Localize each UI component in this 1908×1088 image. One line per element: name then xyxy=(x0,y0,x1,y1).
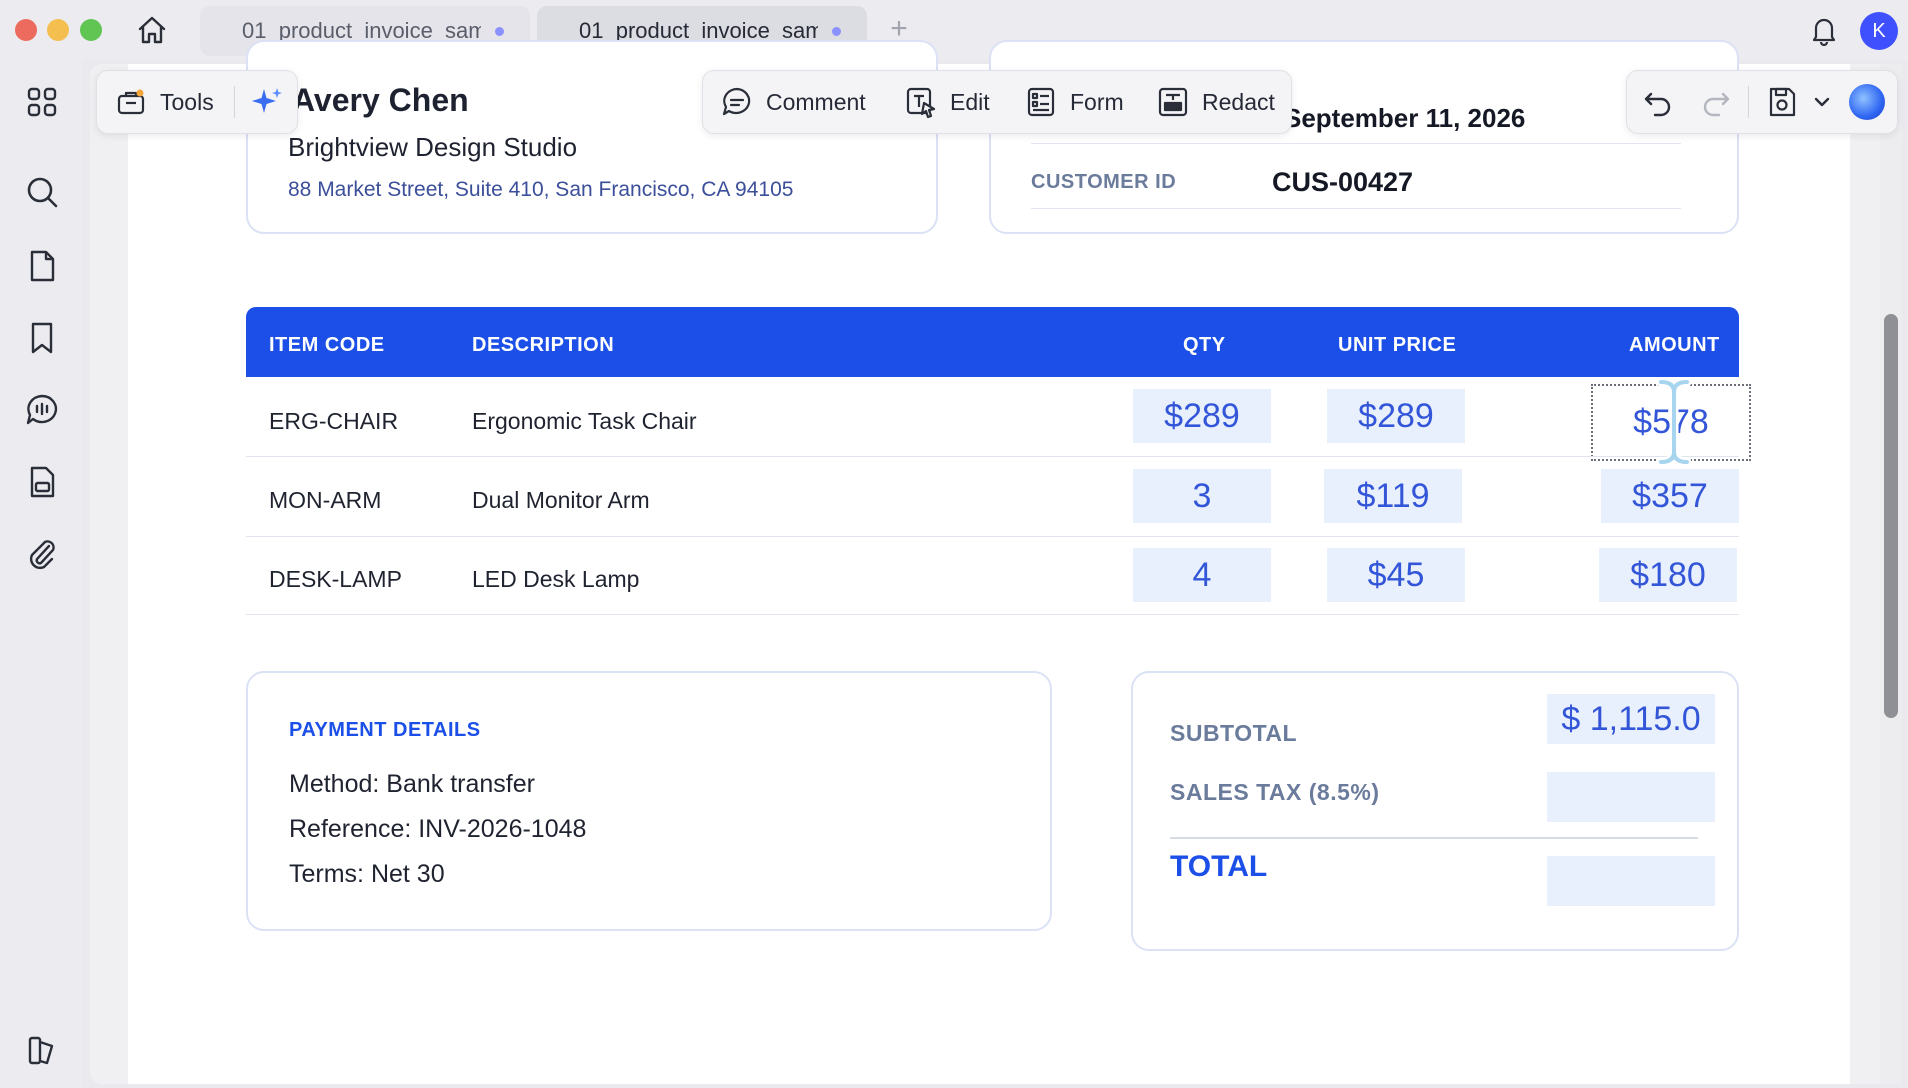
redact-button[interactable]: Redact xyxy=(1156,70,1275,134)
page-icon[interactable] xyxy=(22,246,62,286)
row-2-item-code: MON-ARM xyxy=(269,487,382,513)
payment-reference: Reference: INV-2026-1048 xyxy=(289,815,587,843)
invoice-date-value: September 11, 2026 xyxy=(1284,103,1526,133)
row-divider xyxy=(246,456,1739,457)
divider xyxy=(1031,143,1681,144)
row-2-unit-price-field[interactable]: $119 xyxy=(1324,469,1462,523)
row-2-qty-field[interactable]: 3 xyxy=(1133,469,1271,523)
subtotal-field[interactable]: $ 1,115.0 xyxy=(1547,694,1715,744)
total-label: TOTAL xyxy=(1170,850,1268,883)
total-divider xyxy=(1170,837,1698,839)
toolbar-separator xyxy=(234,86,235,118)
zoom-window-button[interactable] xyxy=(80,19,102,41)
total-field[interactable] xyxy=(1547,856,1715,906)
row-2-description: Dual Monitor Arm xyxy=(472,487,650,513)
edit-text-icon xyxy=(906,87,936,119)
row-1-qty-field[interactable]: $289 xyxy=(1133,389,1271,443)
header-qty: QTY xyxy=(1183,334,1226,356)
row-divider xyxy=(246,536,1739,537)
comment-button[interactable]: Comment xyxy=(720,70,866,134)
form-button[interactable]: Form xyxy=(1024,70,1124,134)
customer-address: 88 Market Street, Suite 410, San Francis… xyxy=(288,178,794,201)
row-3-amount-field[interactable]: $180 xyxy=(1599,548,1737,602)
edit-label: Edit xyxy=(950,88,990,115)
customer-id-value: CUS-00427 xyxy=(1272,167,1414,197)
sidebar-toggle-icon[interactable] xyxy=(22,1030,62,1070)
search-icon[interactable] xyxy=(22,172,62,212)
header-item-code: ITEM CODE xyxy=(269,334,385,356)
customer-name: Avery Chen xyxy=(292,82,469,118)
sales-tax-field[interactable] xyxy=(1547,772,1715,822)
row-3-qty-field[interactable]: 4 xyxy=(1133,548,1271,602)
undo-icon[interactable] xyxy=(1641,85,1675,119)
attachment-paperclip-icon[interactable] xyxy=(22,534,62,574)
form-fields-icon[interactable] xyxy=(22,462,62,502)
toolbar-separator xyxy=(1748,86,1749,118)
customer-company: Brightview Design Studio xyxy=(288,132,578,162)
thumbnails-grid-icon[interactable] xyxy=(22,82,62,122)
comment-label: Comment xyxy=(766,88,866,115)
tools-label: Tools xyxy=(160,88,214,115)
form-label: Form xyxy=(1070,88,1124,115)
row-1-description: Ergonomic Task Chair xyxy=(472,408,697,434)
text-cursor-icon xyxy=(1656,377,1692,467)
minimize-window-button[interactable] xyxy=(47,19,69,41)
scrollbar-thumb[interactable] xyxy=(1884,314,1898,718)
user-avatar[interactable]: K xyxy=(1860,12,1898,50)
avatar-initial: K xyxy=(1872,19,1886,42)
header-description: DESCRIPTION xyxy=(472,334,615,356)
save-icon[interactable] xyxy=(1765,85,1799,119)
edit-button[interactable]: Edit xyxy=(904,70,990,134)
items-table-header xyxy=(246,307,1739,377)
row-1-item-code: ERG-CHAIR xyxy=(269,408,399,434)
sales-tax-label: SALES TAX (8.5%) xyxy=(1170,779,1380,805)
redact-icon xyxy=(1158,87,1188,117)
tools-button[interactable]: Tools xyxy=(114,70,214,134)
close-window-button[interactable] xyxy=(15,19,37,41)
comments-icon[interactable] xyxy=(22,390,62,430)
header-amount: AMOUNT xyxy=(1629,334,1720,356)
unsaved-dot-icon xyxy=(495,26,504,36)
payment-method: Method: Bank transfer xyxy=(289,770,535,798)
table-bottom-divider xyxy=(246,614,1739,615)
chevron-down-icon[interactable] xyxy=(1810,90,1834,114)
unsaved-dot-icon xyxy=(832,26,841,36)
subtotal-label: SUBTOTAL xyxy=(1170,720,1298,746)
notification-bell-icon[interactable] xyxy=(1806,12,1842,48)
payment-details-card xyxy=(246,671,1052,931)
redact-label: Redact xyxy=(1202,88,1275,115)
toolbox-icon xyxy=(117,89,145,115)
row-3-item-code: DESK-LAMP xyxy=(269,566,402,592)
row-1-unit-price-field[interactable]: $289 xyxy=(1327,389,1465,443)
header-unit-price: UNIT PRICE xyxy=(1338,334,1457,356)
redo-icon[interactable] xyxy=(1699,85,1733,119)
divider xyxy=(1031,208,1681,209)
customer-id-label: CUSTOMER ID xyxy=(1031,171,1177,193)
home-icon[interactable] xyxy=(134,12,170,48)
ai-sparkle-icon[interactable] xyxy=(250,85,284,119)
row-3-description: LED Desk Lamp xyxy=(472,566,640,592)
comment-bubble-icon xyxy=(722,87,751,116)
row-3-unit-price-field[interactable]: $45 xyxy=(1327,548,1465,602)
bookmark-icon[interactable] xyxy=(22,318,62,358)
payment-terms: Terms: Net 30 xyxy=(289,860,445,888)
payment-details-title: PAYMENT DETAILS xyxy=(289,719,481,741)
form-list-icon xyxy=(1027,87,1055,117)
row-2-amount-field[interactable]: $357 xyxy=(1601,469,1739,523)
ai-assistant-icon[interactable] xyxy=(1849,84,1885,120)
